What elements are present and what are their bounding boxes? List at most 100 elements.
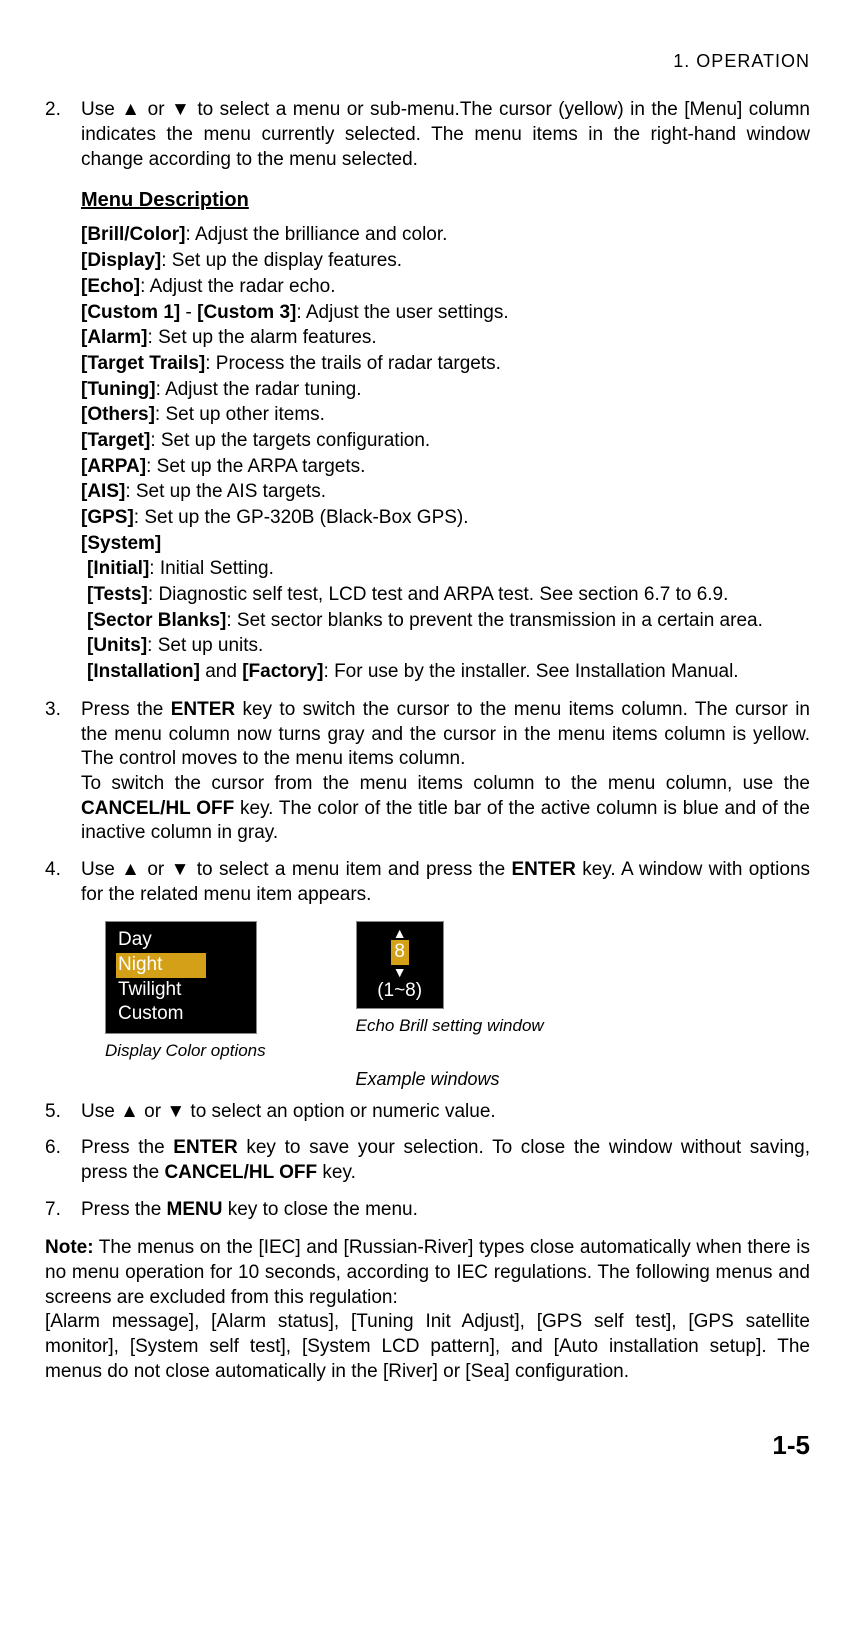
step-number: 2. (45, 98, 81, 685)
brill-box: ▲ 8 ▼ (1~8) (356, 921, 444, 1008)
desc: : Adjust the radar echo. (140, 276, 335, 297)
menu-item: [Brill/Color]: Adjust the brilliance and… (81, 223, 810, 248)
desc: : Set up units. (147, 635, 263, 656)
menu-subitem: [Units]: Set up units. (87, 634, 810, 659)
menu-item: [Target Trails]: Process the trails of r… (81, 352, 810, 377)
menu-item: [GPS]: Set up the GP-320B (Black-Box GPS… (81, 506, 810, 531)
step-2: 2. Use ▲ or ▼ to select a menu or sub-me… (45, 98, 810, 685)
echo-brill-figure: ▲ 8 ▼ (1~8) Echo Brill setting window (356, 921, 544, 1036)
option-custom: Custom (116, 1002, 246, 1027)
label: [Tests] (87, 584, 148, 605)
desc: : Adjust the user settings. (296, 302, 508, 323)
step-3: 3. Press the ENTER key to switch the cur… (45, 698, 810, 846)
label: [Alarm] (81, 327, 148, 348)
desc: : Set up the AIS targets. (125, 481, 326, 502)
note-block: Note: The menus on the [IEC] and [Russia… (45, 1236, 810, 1384)
t: Press the (81, 1137, 173, 1158)
label: [ARPA] (81, 456, 146, 477)
desc: : Adjust the brilliance and color. (186, 224, 448, 245)
desc: : Set up the ARPA targets. (146, 456, 365, 477)
menu-item: [Tuning]: Adjust the radar tuning. (81, 378, 810, 403)
desc: : Set up the alarm features. (148, 327, 377, 348)
key-enter: ENTER (173, 1137, 237, 1158)
label: [Tuning] (81, 379, 156, 400)
t: or (141, 99, 171, 120)
label: [Factory] (242, 661, 323, 682)
step-number: 5. (45, 1100, 81, 1125)
menu-item: [ARPA]: Set up the ARPA targets. (81, 455, 810, 480)
step-6: 6. Press the ENTER key to save your sele… (45, 1136, 810, 1185)
and: and (200, 661, 242, 682)
desc: : For use by the installer. See Installa… (324, 661, 739, 682)
menu-item: [Target]: Set up the targets configurati… (81, 429, 810, 454)
desc: : Set up the GP-320B (Black-Box GPS). (134, 507, 469, 528)
label: [Units] (87, 635, 147, 656)
down-arrow-icon: ▼ (171, 859, 191, 880)
step-text: Press the ENTER key to save your selecti… (81, 1136, 810, 1185)
down-arrow-icon: ▼ (166, 1101, 185, 1122)
down-arrow-icon: ▼ (357, 965, 443, 979)
desc: : Process the trails of radar targets. (205, 353, 501, 374)
up-arrow-icon: ▲ (121, 859, 141, 880)
page-number: 1-5 (45, 1429, 810, 1463)
t: or (139, 1101, 166, 1122)
menu-item: [Echo]: Adjust the radar echo. (81, 275, 810, 300)
display-color-options-figure: Day Night Twilight Custom Display Color … (105, 921, 266, 1062)
label: [Custom 3] (197, 302, 296, 323)
key-menu: MENU (167, 1199, 223, 1220)
desc: : Set up the display features. (161, 250, 402, 271)
label: [Echo] (81, 276, 140, 297)
desc: : Set sector blanks to prevent the trans… (226, 610, 763, 631)
t: To switch the cursor from the menu items… (81, 773, 810, 794)
label: [GPS] (81, 507, 134, 528)
t: Use (81, 99, 121, 120)
desc: : Set up the targets configuration. (150, 430, 430, 451)
label: [Others] (81, 404, 155, 425)
menu-item: [AIS]: Set up the AIS targets. (81, 480, 810, 505)
step-number: 3. (45, 698, 81, 846)
key-enter: ENTER (512, 859, 576, 880)
t: Press the (81, 699, 171, 720)
menu-item: [System] (81, 532, 810, 557)
menu-item: [Custom 1] - [Custom 3]: Adjust the user… (81, 301, 810, 326)
step-text: Press the ENTER key to switch the cursor… (81, 698, 810, 846)
key-cancel: CANCEL/HL OFF (81, 798, 234, 819)
label: [Custom 1] (81, 302, 180, 323)
label: [Brill/Color] (81, 224, 186, 245)
color-options-box: Day Night Twilight Custom (105, 921, 257, 1034)
label: [Target] (81, 430, 150, 451)
step-text: Use ▲ or ▼ to select a menu item and pre… (81, 858, 810, 907)
up-arrow-icon: ▲ (357, 926, 443, 940)
desc: : Set up other items. (155, 404, 325, 425)
option-twilight: Twilight (116, 978, 246, 1003)
menu-subitem: [Initial]: Initial Setting. (87, 557, 810, 582)
step-4: 4. Use ▲ or ▼ to select a menu item and … (45, 858, 810, 907)
label: [Sector Blanks] (87, 610, 226, 631)
up-arrow-icon: ▲ (121, 99, 141, 120)
desc: : Adjust the radar tuning. (156, 379, 362, 400)
t: to select a menu item and press the (190, 859, 511, 880)
desc: : Initial Setting. (149, 558, 274, 579)
menu-subitem: [Tests]: Diagnostic self test, LCD test … (87, 583, 810, 608)
menu-subitem: [Sector Blanks]: Set sector blanks to pr… (87, 609, 810, 634)
key-cancel: CANCEL/HL OFF (164, 1162, 317, 1183)
label: [Installation] (87, 661, 200, 682)
step-text: Press the MENU key to close the menu. (81, 1198, 810, 1223)
menu-description-list: [Brill/Color]: Adjust the brilliance and… (81, 223, 810, 684)
note-text: The menus on the [IEC] and [Russian-Rive… (45, 1237, 810, 1307)
step-5: 5. Use ▲ or ▼ to select an option or num… (45, 1100, 810, 1125)
label: [AIS] (81, 481, 125, 502)
option-night-selected: Night (116, 953, 206, 978)
label: [Display] (81, 250, 161, 271)
t: key. (317, 1162, 356, 1183)
menu-item: [Alarm]: Set up the alarm features. (81, 326, 810, 351)
step-number: 6. (45, 1136, 81, 1185)
example-figures: Day Night Twilight Custom Display Color … (105, 921, 810, 1062)
step-number: 4. (45, 858, 81, 907)
t: to select a menu or sub-menu.The cursor … (81, 99, 810, 169)
note-label: Note: (45, 1237, 94, 1258)
t: key to close the menu. (223, 1199, 418, 1220)
figure-caption: Display Color options (105, 1040, 266, 1062)
step-number: 7. (45, 1198, 81, 1223)
menu-item: [Others]: Set up other items. (81, 403, 810, 428)
